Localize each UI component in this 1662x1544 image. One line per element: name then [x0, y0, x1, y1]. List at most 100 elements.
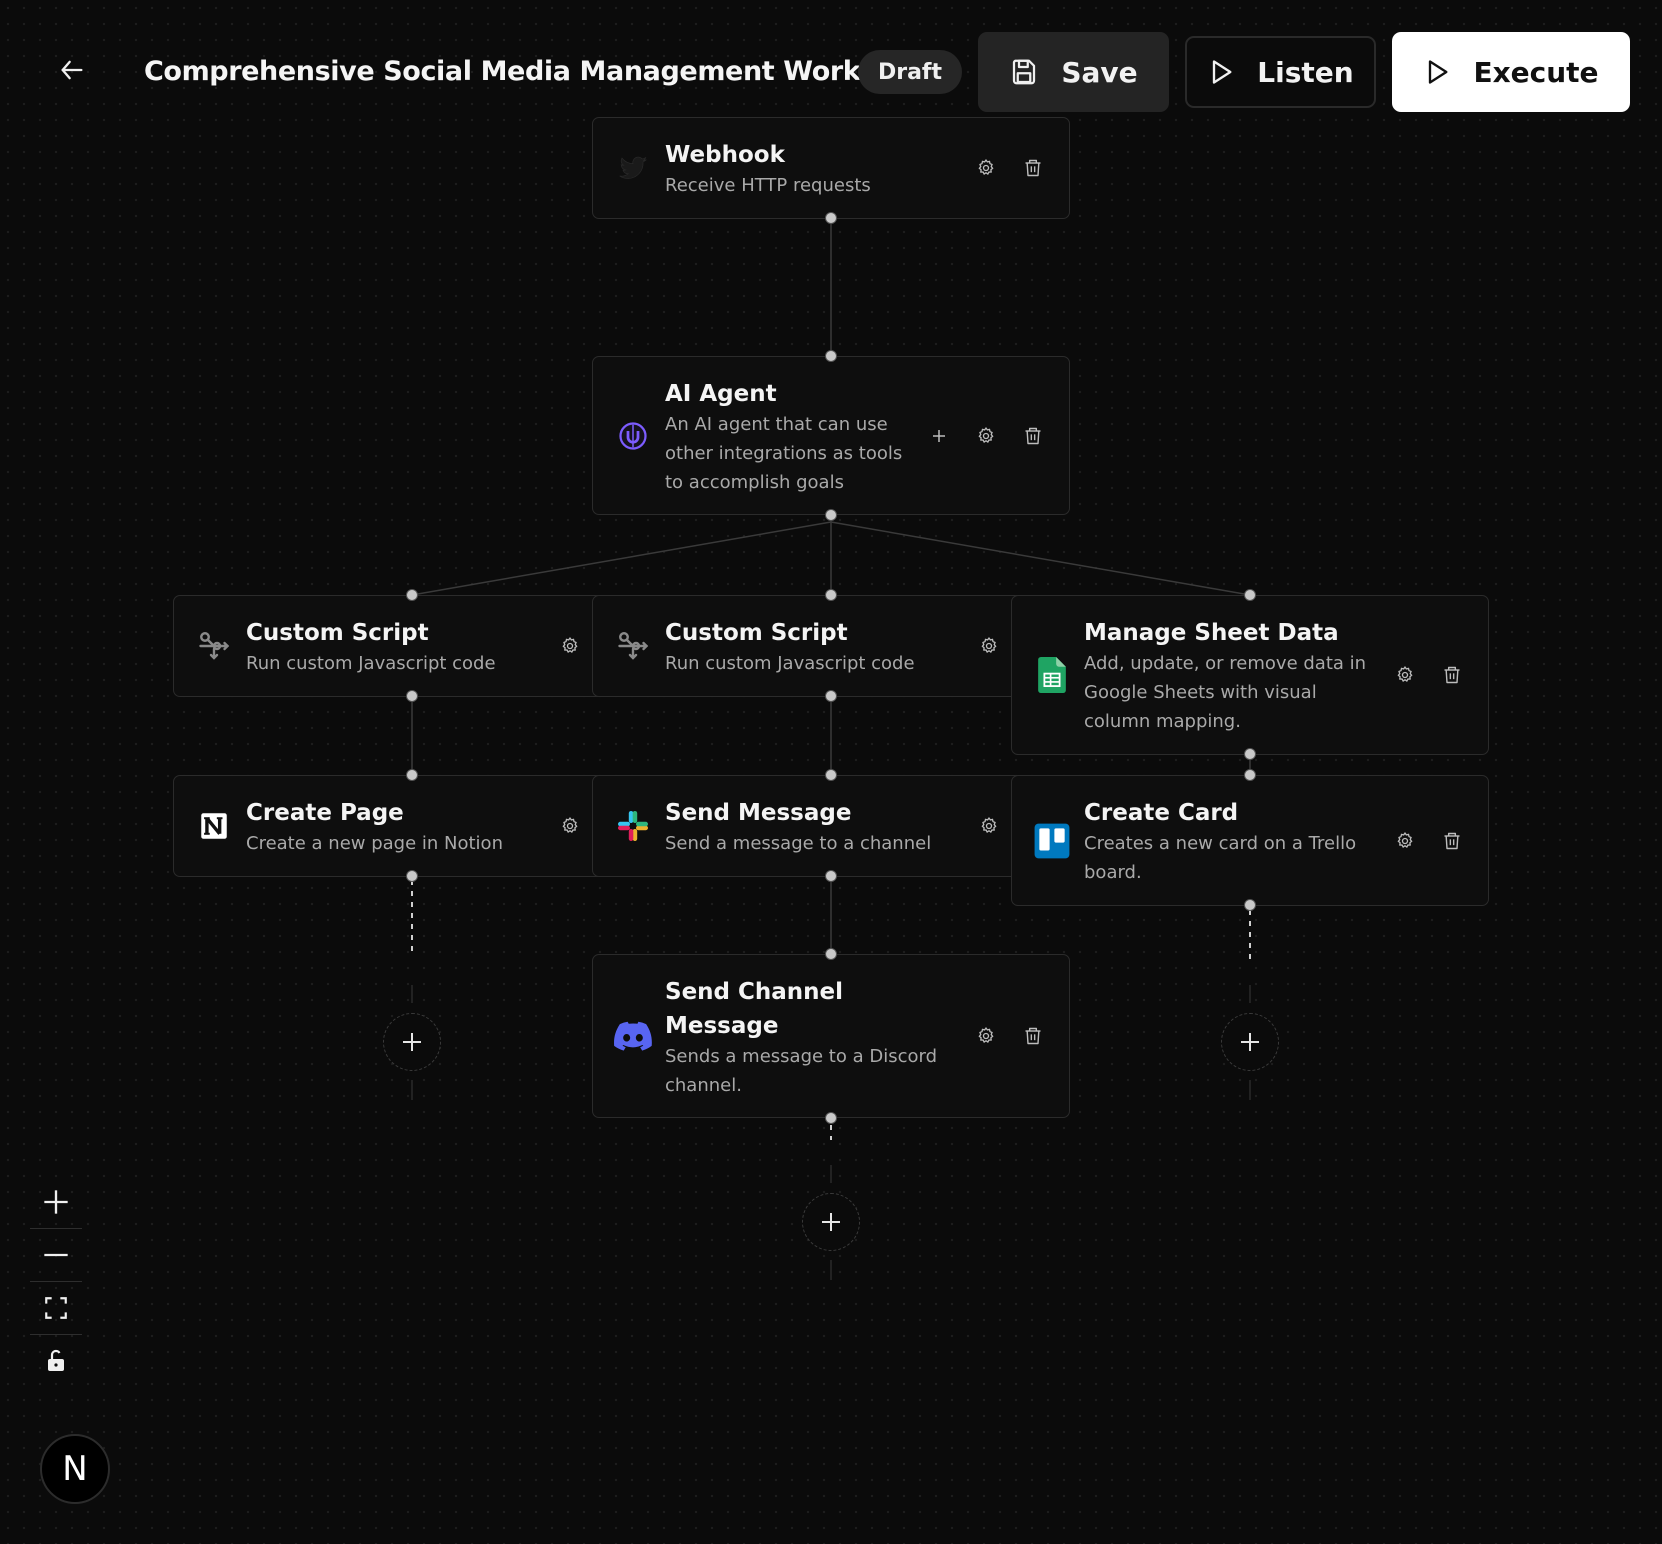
- handle-output[interactable]: [1244, 899, 1256, 911]
- handle-input[interactable]: [825, 948, 837, 960]
- handle-input[interactable]: [1244, 769, 1256, 781]
- gear-icon: [981, 636, 997, 653]
- node-title: Webhook: [665, 142, 785, 168]
- desc-line: other integrations as tools: [665, 443, 903, 464]
- canvas-controls: [30, 1176, 82, 1387]
- edge-ai-script1: [411, 521, 832, 596]
- node-settings-button[interactable]: [976, 813, 1002, 839]
- execute-button[interactable]: Execute: [1392, 32, 1630, 112]
- zoom-out-button[interactable]: [30, 1229, 82, 1282]
- trash-icon: [1444, 832, 1460, 849]
- lock-button[interactable]: [30, 1335, 82, 1387]
- plus-icon: [403, 1033, 421, 1051]
- node-description: Receive HTTP requests: [665, 175, 871, 196]
- node-manage-sheet-data[interactable]: Manage Sheet Data Add, update, or remove…: [1011, 595, 1489, 755]
- node-send-message[interactable]: Send Message Send a message to a channel: [592, 775, 1026, 877]
- trash-icon: [1444, 666, 1460, 684]
- brand-logo[interactable]: N: [40, 1434, 110, 1504]
- handle-output[interactable]: [406, 870, 418, 882]
- execute-label: Execute: [1473, 55, 1599, 89]
- node-ai-agent[interactable]: AI Agent An AI agent that can use other …: [592, 356, 1070, 515]
- node-settings-button[interactable]: [976, 633, 1002, 659]
- zoom-in-icon: [44, 1190, 68, 1214]
- node-settings-button[interactable]: [1392, 828, 1418, 854]
- play-icon: [1429, 60, 1448, 84]
- listen-button[interactable]: Listen: [1185, 36, 1376, 108]
- node-settings-button[interactable]: [557, 813, 583, 839]
- handle-input[interactable]: [825, 589, 837, 601]
- webhook-icon: [613, 148, 653, 188]
- zoom-in-button[interactable]: [30, 1176, 82, 1229]
- add-node-button[interactable]: [383, 1013, 441, 1071]
- node-create-card[interactable]: Create Card Creates a new card on a Trel…: [1011, 775, 1489, 906]
- desc-line: Add, update, or remove data in: [1084, 653, 1367, 674]
- node-description: Create a new page in Notion: [246, 833, 503, 854]
- handle-output[interactable]: [825, 870, 837, 882]
- script-icon: [194, 626, 234, 666]
- fit-view-button[interactable]: [30, 1282, 82, 1335]
- ai-agent-icon: [613, 416, 653, 456]
- plus-icon: [822, 1213, 840, 1231]
- handle-output[interactable]: [825, 212, 837, 224]
- gear-icon: [1397, 831, 1413, 848]
- node-settings-button[interactable]: [973, 1023, 999, 1049]
- handle-output[interactable]: [1244, 748, 1256, 760]
- node-description: Send a message to a channel: [665, 833, 932, 854]
- node-description: Add, update, or remove data in Google Sh…: [1084, 649, 1366, 736]
- add-node-button[interactable]: [802, 1193, 860, 1251]
- save-icon: [1013, 59, 1036, 85]
- node-description: An AI agent that can use other integrati…: [665, 410, 902, 497]
- node-settings-button[interactable]: [973, 423, 999, 449]
- handle-output[interactable]: [406, 690, 418, 702]
- node-title: Send Channel Message: [665, 975, 843, 1043]
- add-node-button[interactable]: [1221, 1013, 1279, 1071]
- handle-input[interactable]: [1244, 589, 1256, 601]
- handle-output[interactable]: [825, 690, 837, 702]
- zoom-out-icon: [44, 1253, 68, 1257]
- trash-icon: [1025, 159, 1041, 177]
- lock-icon: [48, 1349, 64, 1371]
- desc-line: board.: [1084, 862, 1142, 883]
- node-delete-button[interactable]: [1439, 662, 1465, 688]
- fit-view-icon: [45, 1297, 67, 1319]
- node-settings-button[interactable]: [557, 633, 583, 659]
- save-button[interactable]: Save: [978, 32, 1169, 112]
- gear-icon: [978, 426, 994, 443]
- node-title: Custom Script: [665, 620, 848, 646]
- node-webhook[interactable]: Webhook Receive HTTP requests: [592, 117, 1070, 219]
- plus-icon: [933, 429, 945, 442]
- top-bar: Comprehensive Social Media Management Wo…: [0, 0, 1662, 120]
- node-delete-button[interactable]: [1020, 1023, 1046, 1049]
- node-create-page[interactable]: Create Page Create a new page in Notion: [173, 775, 607, 877]
- trash-icon: [1025, 427, 1041, 444]
- handle-input[interactable]: [406, 589, 418, 601]
- listen-label: Listen: [1257, 55, 1354, 89]
- node-delete-button[interactable]: [1020, 423, 1046, 449]
- node-custom-script-2[interactable]: Custom Script Run custom Javascript code: [592, 595, 1026, 697]
- node-settings-button[interactable]: [1392, 662, 1418, 688]
- script-icon: [613, 626, 653, 666]
- node-title: Manage Sheet Data: [1084, 620, 1339, 646]
- handle-output[interactable]: [825, 1112, 837, 1124]
- node-delete-button[interactable]: [1020, 155, 1046, 181]
- node-send-channel-message[interactable]: Send Channel Message Sends a message to …: [592, 954, 1070, 1118]
- desc-line: Creates a new card on a Trello: [1084, 833, 1357, 854]
- handle-input[interactable]: [825, 350, 837, 362]
- handle-output[interactable]: [825, 509, 837, 521]
- arrow-left-icon: [61, 60, 83, 80]
- title-line: Message: [665, 1013, 779, 1039]
- workflow-title: Comprehensive Social Media Management Wo…: [144, 56, 924, 87]
- node-settings-button[interactable]: [973, 155, 999, 181]
- node-delete-button[interactable]: [1439, 828, 1465, 854]
- desc-line: Google Sheets with visual: [1084, 682, 1317, 703]
- node-add-tool-button[interactable]: [926, 423, 952, 449]
- notion-icon: [194, 806, 234, 846]
- desc-line: An AI agent that can use: [665, 414, 888, 435]
- node-custom-script-1[interactable]: Custom Script Run custom Javascript code: [173, 595, 607, 697]
- handle-input[interactable]: [406, 769, 418, 781]
- node-title: Send Message: [665, 800, 852, 826]
- handle-input[interactable]: [825, 769, 837, 781]
- trash-icon: [1025, 1027, 1041, 1045]
- desc-line: Sends a message to a Discord: [665, 1046, 938, 1067]
- back-button[interactable]: [52, 50, 92, 90]
